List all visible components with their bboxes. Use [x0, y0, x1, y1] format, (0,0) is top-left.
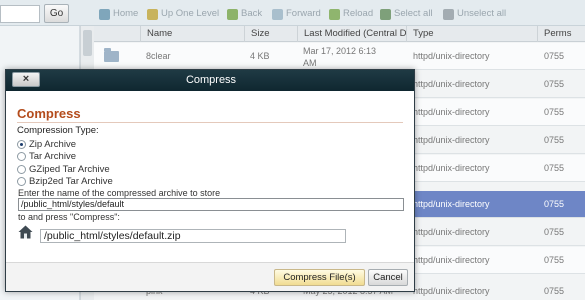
radio-label: Zip Archive [29, 138, 76, 150]
table-header: Name Size Last Modified (Central Da Type… [94, 26, 585, 42]
file-perms: 0755 [544, 79, 565, 89]
file-perms: 0755 [544, 255, 565, 265]
file-perms: 0755 [544, 51, 565, 61]
radio-label: GZiped Tar Archive [29, 163, 110, 175]
column-header-size[interactable]: Size [244, 26, 297, 42]
directory-input[interactable] [0, 5, 40, 23]
archive-path-input[interactable]: /public_html/styles/default.zip [40, 229, 346, 243]
back-arrow-icon [227, 8, 238, 20]
dialog-titlebar[interactable]: × Compress [6, 70, 414, 91]
file-perms: 0755 [544, 107, 565, 117]
table-row[interactable]: 8clear 4 KB Mar 17, 2012 6:13 AM httpd/u… [94, 43, 585, 70]
file-type: httpd/unix-directory [413, 199, 490, 209]
checkbox-empty-icon [443, 8, 454, 20]
toolbar: Go Home Up One Level Back Forward Reload… [0, 0, 585, 26]
forward-label: Forward [286, 8, 321, 19]
compression-type-label: Compression Type: [17, 125, 99, 136]
unselect-all-button[interactable]: Unselect all [443, 7, 506, 21]
radio-button[interactable] [17, 164, 26, 174]
reload-icon [329, 8, 340, 20]
unselect-all-label: Unselect all [457, 8, 507, 19]
file-modified: Mar 17, 2012 6:13 AM [303, 45, 376, 72]
file-type: httpd/unix-directory [413, 163, 490, 173]
file-perms: 0755 [544, 163, 565, 173]
radio-label: Tar Archive [29, 150, 76, 162]
home-label: Home [113, 8, 139, 19]
up-one-level-button[interactable]: Up One Level [147, 7, 219, 21]
up-one-level-label: Up One Level [161, 8, 220, 19]
source-path-field[interactable]: /public_html/styles/default [18, 198, 404, 211]
file-type: httpd/unix-directory [413, 255, 490, 265]
home-icon [99, 8, 110, 20]
radio-tar-archive[interactable]: Tar Archive [17, 150, 76, 162]
forward-arrow-icon [272, 8, 283, 20]
radio-button[interactable] [17, 139, 26, 149]
forward-button[interactable]: Forward [272, 7, 321, 21]
radio-bzip2ed-tar-archive[interactable]: Bzip2ed Tar Archive [17, 175, 113, 187]
scrollbar-thumb[interactable] [83, 30, 92, 56]
column-header-name[interactable]: Name [140, 26, 244, 42]
file-type: httpd/unix-directory [413, 107, 490, 117]
dialog-footer: Compress File(s) Cancel [6, 262, 414, 291]
file-type: httpd/unix-directory [413, 227, 490, 237]
file-size: 4 KB [250, 51, 270, 61]
radio-label: Bzip2ed Tar Archive [29, 175, 113, 187]
column-header-last-modified[interactable]: Last Modified (Central Da [297, 26, 406, 42]
file-perms: 0755 [544, 135, 565, 145]
file-modified-time: AM [303, 58, 317, 68]
back-button[interactable]: Back [227, 7, 262, 21]
file-type: httpd/unix-directory [413, 135, 490, 145]
file-type: httpd/unix-directory [413, 79, 490, 89]
home-button[interactable]: Home [99, 7, 138, 21]
file-perms: 0755 [544, 227, 565, 237]
file-perms: 0755 [544, 286, 565, 296]
cancel-button[interactable]: Cancel [368, 269, 408, 286]
checkbox-checked-icon [380, 8, 391, 20]
select-all-label: Select all [394, 8, 433, 19]
dialog-title: Compress [185, 74, 237, 86]
file-perms: 0755 [544, 199, 565, 209]
dialog-heading: Compress [17, 106, 81, 121]
up-level-icon [147, 8, 158, 20]
compress-dialog: × Compress Compress Compression Type: Zi… [5, 69, 415, 292]
radio-gziped-tar-archive[interactable]: GZiped Tar Archive [17, 163, 110, 175]
select-all-button[interactable]: Select all [380, 7, 433, 21]
compress-files-button[interactable]: Compress File(s) [274, 269, 365, 286]
press-instruction: to and press "Compress": [18, 212, 120, 222]
file-type: httpd/unix-directory [413, 286, 490, 296]
radio-zip-archive[interactable]: Zip Archive [17, 138, 76, 150]
column-header-type[interactable]: Type [406, 26, 537, 42]
folder-icon [104, 48, 119, 62]
radio-button[interactable] [17, 176, 26, 186]
heading-divider [17, 122, 403, 123]
reload-button[interactable]: Reload [329, 7, 373, 21]
store-instruction: Enter the name of the compressed archive… [18, 188, 221, 198]
dialog-body: Compress Compression Type: Zip Archive T… [6, 91, 414, 262]
column-header-icon [94, 26, 140, 42]
file-name: 8clear [146, 51, 171, 61]
file-type: httpd/unix-directory [413, 51, 490, 61]
file-modified-date: Mar 17, 2012 6:13 [303, 46, 377, 56]
go-button[interactable]: Go [44, 4, 69, 23]
radio-button[interactable] [17, 151, 26, 161]
home-icon [18, 225, 33, 239]
reload-label: Reload [343, 8, 374, 19]
column-header-perms[interactable]: Perms [537, 26, 585, 42]
close-button[interactable]: × [12, 72, 40, 87]
back-label: Back [241, 8, 263, 19]
